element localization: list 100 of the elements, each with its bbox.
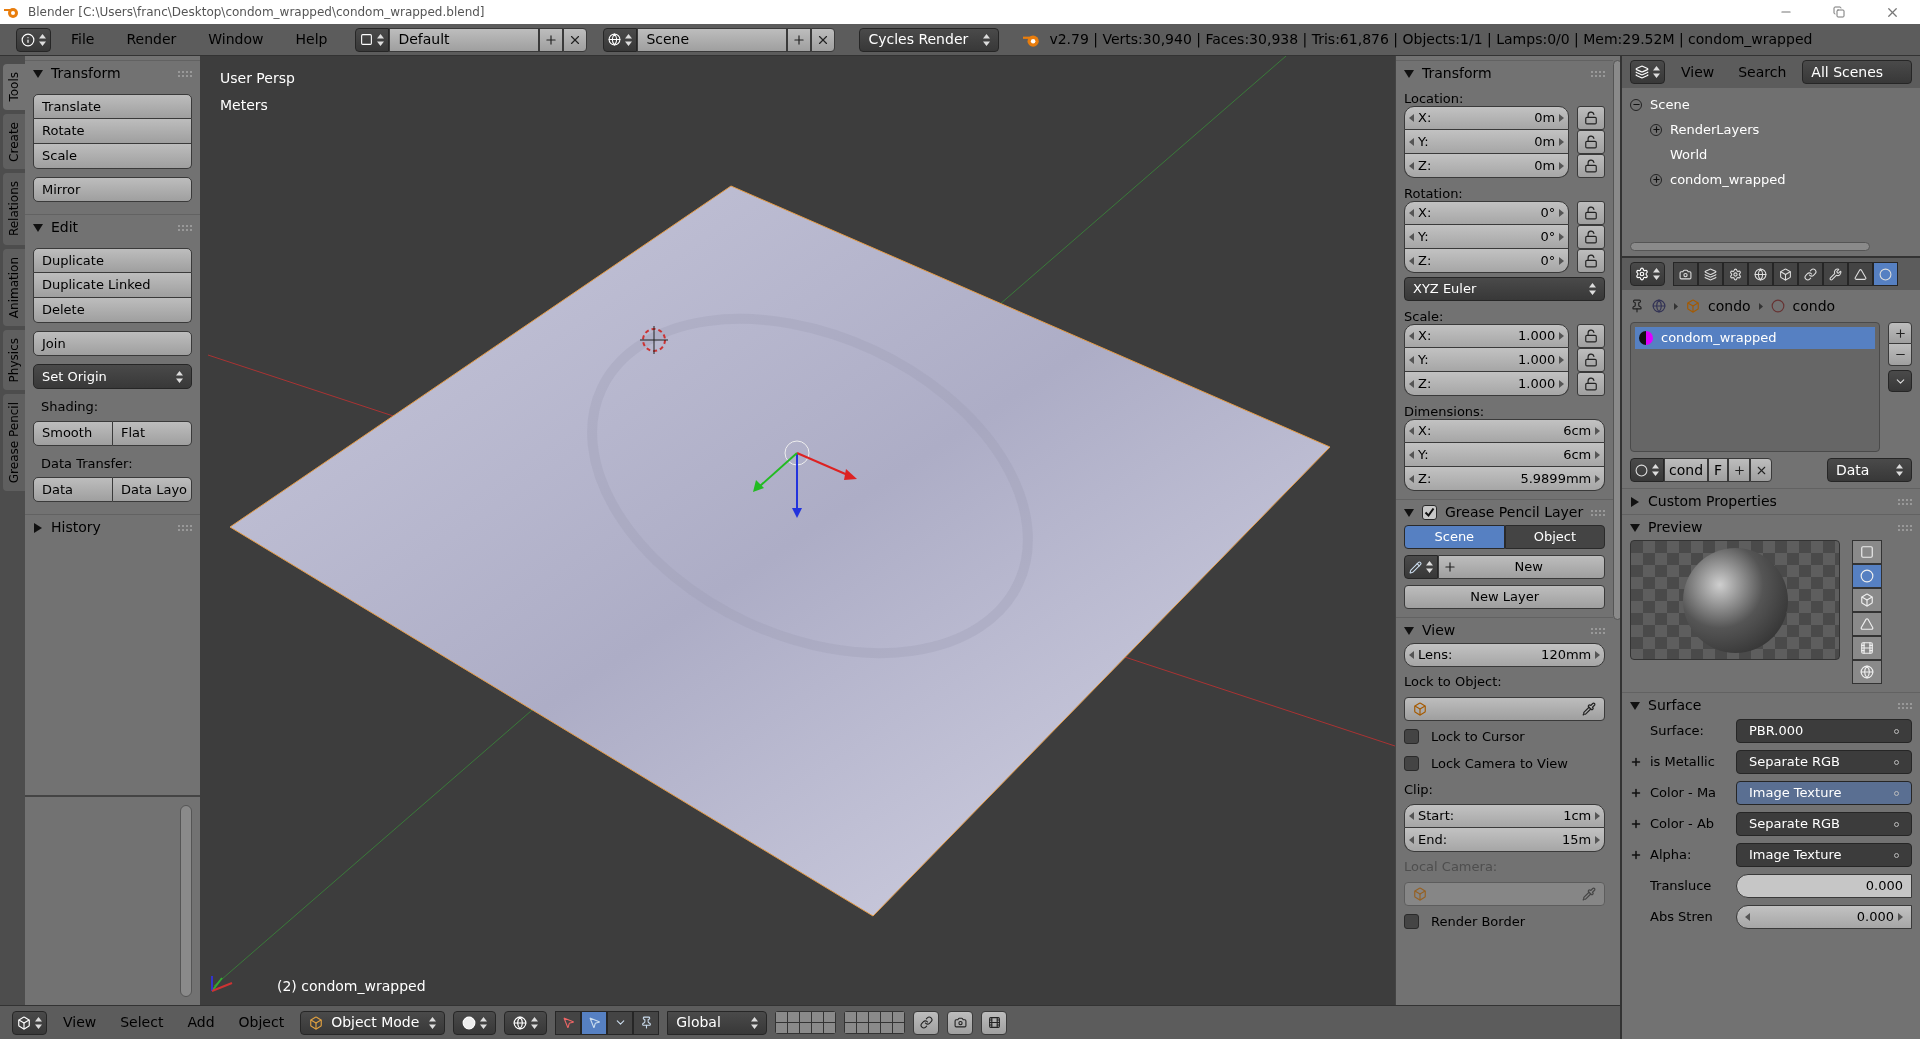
node-link-button[interactable]: Image Texture <box>1736 781 1912 805</box>
manipulator-toggle[interactable] <box>555 1010 582 1035</box>
lock-button[interactable] <box>1577 201 1606 225</box>
expand-toggle-icon[interactable] <box>1650 173 1662 186</box>
outliner-item[interactable]: Scene <box>1646 94 1690 115</box>
breadcrumb-item[interactable]: condo <box>1708 295 1751 317</box>
expanded-triangle-icon[interactable] <box>1404 625 1414 636</box>
node-link-button[interactable]: PBR.000 <box>1736 719 1912 743</box>
drag-grip-icon[interactable] <box>1591 509 1606 516</box>
panel-title[interactable]: Preview <box>1648 517 1703 538</box>
increment-arrow-icon[interactable] <box>1595 427 1601 435</box>
increment-arrow-icon[interactable] <box>1559 137 1565 146</box>
pencil-browse-button[interactable] <box>1404 555 1438 579</box>
preview-shape-button[interactable] <box>1852 660 1882 684</box>
editor-type-button[interactable] <box>1630 262 1665 286</box>
decrement-arrow-icon[interactable] <box>1745 913 1750 921</box>
tool-button[interactable]: Mirror <box>33 177 192 202</box>
socket-plus-icon[interactable] <box>1630 849 1642 861</box>
preview-shape-button[interactable] <box>1852 636 1882 660</box>
editor-type-button[interactable] <box>16 27 51 52</box>
number-field[interactable]: Y: 1.000 <box>1404 348 1570 372</box>
drag-grip-icon[interactable] <box>1898 702 1912 709</box>
render-button[interactable] <box>947 1010 974 1035</box>
manipulator-toggle[interactable] <box>581 1010 608 1035</box>
orientation-dropdown[interactable]: Global <box>667 1010 768 1035</box>
slider-field[interactable]: 0.000 <box>1736 874 1912 898</box>
increment-arrow-icon[interactable] <box>1595 651 1601 659</box>
link-dropdown[interactable]: Data <box>1827 458 1912 482</box>
outliner-item[interactable]: RenderLayers <box>1666 119 1760 140</box>
tool-button[interactable]: Flat <box>113 420 192 446</box>
drag-grip-icon[interactable] <box>178 524 192 531</box>
tool-button[interactable]: Rotate <box>33 119 192 144</box>
add-button[interactable] <box>539 27 564 52</box>
decrement-arrow-icon[interactable] <box>1409 137 1414 146</box>
lock-button[interactable] <box>1577 225 1606 249</box>
3d-viewport[interactable]: User Persp Meters (2) condom_wrapped <box>200 56 1395 1005</box>
number-field[interactable]: Z: 1.000 <box>1404 372 1570 396</box>
restore-icon[interactable] <box>1833 6 1845 18</box>
number-field[interactable]: Z: 0° <box>1404 249 1570 273</box>
layer-grid[interactable] <box>775 1011 837 1034</box>
drag-grip-icon[interactable] <box>1898 498 1912 505</box>
panel-title[interactable]: View <box>1422 620 1456 641</box>
node-link-button[interactable]: Image Texture <box>1736 843 1912 867</box>
panel-title[interactable]: History <box>51 517 101 538</box>
socket-plus-icon[interactable] <box>1630 787 1642 799</box>
manipulator-toggle[interactable] <box>607 1010 634 1035</box>
node-link-button[interactable]: Separate RGB <box>1736 750 1912 774</box>
panel-title[interactable]: Custom Properties <box>1648 491 1777 512</box>
increment-arrow-icon[interactable] <box>1559 161 1565 170</box>
slot-menu-button[interactable] <box>1888 370 1912 392</box>
breadcrumb-item[interactable]: condo <box>1792 295 1836 317</box>
properties-tab[interactable] <box>1823 262 1848 286</box>
panel-title[interactable]: Transform <box>51 63 121 84</box>
properties-tab[interactable] <box>1673 262 1698 286</box>
scrollbar[interactable] <box>180 805 192 997</box>
display-mode-dropdown[interactable]: All Scenes <box>1802 60 1912 84</box>
tool-button[interactable]: Data <box>33 477 113 502</box>
properties-tab[interactable] <box>1848 262 1873 286</box>
mode-dropdown[interactable]: Object Mode <box>300 1010 446 1035</box>
mesh-plane[interactable] <box>229 185 1331 917</box>
increment-arrow-icon[interactable] <box>1559 379 1565 388</box>
decrement-arrow-icon[interactable] <box>1409 427 1414 435</box>
number-field[interactable]: X: 0° <box>1404 201 1570 225</box>
collapsed-triangle-icon[interactable] <box>1630 496 1640 507</box>
lock-camera-button[interactable] <box>913 1010 940 1035</box>
checkbox[interactable] <box>1422 505 1437 520</box>
new-material-button[interactable] <box>1728 458 1750 482</box>
increment-arrow-icon[interactable] <box>1559 355 1565 364</box>
properties-tab[interactable] <box>1798 262 1823 286</box>
layout-browse-button[interactable] <box>355 27 390 52</box>
number-field[interactable]: Lens: 120mm <box>1404 643 1606 667</box>
number-field[interactable]: Start: 1cm <box>1404 804 1606 828</box>
increment-arrow-icon[interactable] <box>1559 332 1565 340</box>
pin-icon[interactable] <box>1630 299 1644 313</box>
socket-plus-icon[interactable] <box>1630 756 1642 768</box>
properties-tab[interactable] <box>1698 262 1723 286</box>
manipulator-toggle[interactable] <box>633 1010 660 1035</box>
scene-name-field[interactable]: Scene <box>637 27 788 52</box>
rotation-mode-dropdown[interactable]: XYZ Euler <box>1404 277 1606 301</box>
scrollbar[interactable] <box>1630 242 1870 251</box>
pivot-dropdown[interactable] <box>504 1010 548 1035</box>
decrement-arrow-icon[interactable] <box>1409 651 1414 659</box>
tool-button[interactable]: Translate <box>33 94 192 119</box>
layout-name-field[interactable]: Default <box>389 27 540 52</box>
preview-shape-button[interactable] <box>1852 540 1882 564</box>
editor-type-button[interactable] <box>1630 60 1665 84</box>
drag-grip-icon[interactable] <box>178 70 192 77</box>
expanded-triangle-icon[interactable] <box>1404 507 1414 518</box>
number-field[interactable]: X: 0m <box>1404 106 1570 130</box>
drag-grip-icon[interactable] <box>1591 70 1606 77</box>
panel-title[interactable]: Surface <box>1648 695 1702 716</box>
increment-arrow-icon[interactable] <box>1595 812 1601 820</box>
collapsed-triangle-icon[interactable] <box>33 522 43 533</box>
checkbox[interactable] <box>1404 729 1419 744</box>
material-browse-button[interactable] <box>1630 458 1664 482</box>
layer-grid[interactable] <box>844 1011 906 1034</box>
increment-arrow-icon[interactable] <box>1559 114 1565 122</box>
tool-button[interactable]: Smooth <box>33 420 113 446</box>
render-engine-dropdown[interactable]: Cycles Render <box>859 27 1000 52</box>
lock-button[interactable] <box>1577 154 1606 178</box>
